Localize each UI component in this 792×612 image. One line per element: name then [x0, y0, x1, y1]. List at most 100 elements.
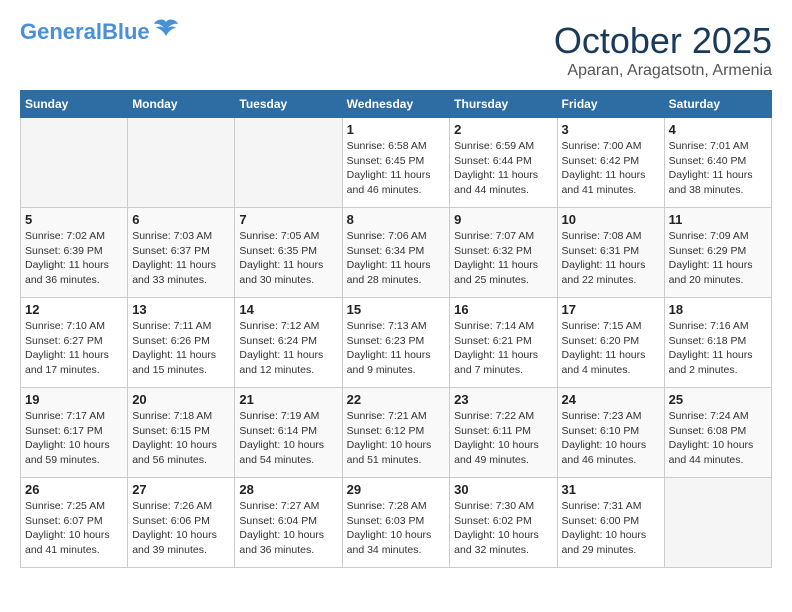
day-number: 25: [669, 392, 767, 407]
calendar-cell: 3Sunrise: 7:00 AMSunset: 6:42 PMDaylight…: [557, 118, 664, 208]
calendar-cell: 2 Sunrise: 6:59 AMSunset: 6:44 PMDaylight…: [450, 118, 557, 208]
weekday-header-friday: Friday: [557, 91, 664, 118]
calendar-cell: 22 Sunrise: 7:21 AMSunset: 6:12 PMDayligh…: [342, 388, 450, 478]
day-number: 11: [669, 212, 767, 227]
logo-bird-icon: [152, 16, 180, 44]
calendar-cell: 27Sunrise: 7:26 AMSunset: 6:06 PMDayligh…: [128, 478, 235, 568]
weekday-header-saturday: Saturday: [664, 91, 771, 118]
calendar-cell: 31Sunrise: 7:31 AMSunset: 6:00 PMDayligh…: [557, 478, 664, 568]
day-number: 17: [562, 302, 660, 317]
calendar-cell: 13 Sunrise: 7:11 AMSunset: 6:26 PMDayligh…: [128, 298, 235, 388]
logo-blue: Blue: [102, 19, 150, 44]
day-info: Sunrise: 7:16 AMSunset: 6:18 PMDaylight:…: [669, 319, 767, 378]
calendar-cell: 8 Sunrise: 7:06 AMSunset: 6:34 PMDaylight…: [342, 208, 450, 298]
day-number: 14: [239, 302, 337, 317]
day-number: 18: [669, 302, 767, 317]
day-info: Sunrise: 7:10 AMSunset: 6:27 PMDaylight:…: [25, 319, 123, 378]
day-number: 21: [239, 392, 337, 407]
day-number: 2: [454, 122, 552, 137]
weekday-header-thursday: Thursday: [450, 91, 557, 118]
day-info: Sunrise: 7:02 AMSunset: 6:39 PMDaylight:…: [25, 229, 123, 288]
day-info: Sunrise: 7:24 AMSunset: 6:08 PMDaylight:…: [669, 409, 767, 468]
calendar-cell: 4 Sunrise: 7:01 AMSunset: 6:40 PMDaylight…: [664, 118, 771, 208]
day-number: 24: [562, 392, 660, 407]
day-info: Sunrise: 7:25 AMSunset: 6:07 PMDaylight:…: [25, 499, 123, 558]
calendar-week-3: 12 Sunrise: 7:10 AMSunset: 6:27 PMDayligh…: [21, 298, 772, 388]
day-info: Sunrise: 6:59 AMSunset: 6:44 PMDaylight:…: [454, 139, 552, 198]
weekday-header-row: SundayMondayTuesdayWednesdayThursdayFrid…: [21, 91, 772, 118]
day-number: 27: [132, 482, 230, 497]
day-number: 28: [239, 482, 337, 497]
day-number: 4: [669, 122, 767, 137]
calendar-cell: 1Sunrise: 6:58 AMSunset: 6:45 PMDaylight…: [342, 118, 450, 208]
calendar-cell: [21, 118, 128, 208]
calendar-cell: 23 Sunrise: 7:22 AMSunset: 6:11 PMDayligh…: [450, 388, 557, 478]
calendar-cell: 17 Sunrise: 7:15 AMSunset: 6:20 PMDayligh…: [557, 298, 664, 388]
day-number: 7: [239, 212, 337, 227]
day-info: Sunrise: 7:22 AMSunset: 6:11 PMDaylight:…: [454, 409, 552, 468]
page-header: GeneralBlue October 2025 Aparan, Aragats…: [20, 20, 772, 80]
calendar-cell: 5 Sunrise: 7:02 AMSunset: 6:39 PMDaylight…: [21, 208, 128, 298]
weekday-header-sunday: Sunday: [21, 91, 128, 118]
day-number: 29: [347, 482, 446, 497]
day-info: Sunrise: 7:09 AMSunset: 6:29 PMDaylight:…: [669, 229, 767, 288]
calendar-week-4: 19 Sunrise: 7:17 AMSunset: 6:17 PMDayligh…: [21, 388, 772, 478]
weekday-header-tuesday: Tuesday: [235, 91, 342, 118]
day-number: 20: [132, 392, 230, 407]
calendar-cell: 20Sunrise: 7:18 AMSunset: 6:15 PMDayligh…: [128, 388, 235, 478]
day-number: 19: [25, 392, 123, 407]
calendar-cell: 14Sunrise: 7:12 AMSunset: 6:24 PMDayligh…: [235, 298, 342, 388]
calendar-cell: 21 Sunrise: 7:19 AMSunset: 6:14 PMDayligh…: [235, 388, 342, 478]
day-number: 6: [132, 212, 230, 227]
calendar-cell: 15Sunrise: 7:13 AMSunset: 6:23 PMDayligh…: [342, 298, 450, 388]
calendar-cell: [664, 478, 771, 568]
weekday-header-monday: Monday: [128, 91, 235, 118]
day-number: 23: [454, 392, 552, 407]
day-info: Sunrise: 7:27 AMSunset: 6:04 PMDaylight:…: [239, 499, 337, 558]
calendar-table: SundayMondayTuesdayWednesdayThursdayFrid…: [20, 90, 772, 568]
calendar-cell: 10Sunrise: 7:08 AMSunset: 6:31 PMDayligh…: [557, 208, 664, 298]
day-number: 5: [25, 212, 123, 227]
day-number: 15: [347, 302, 446, 317]
day-number: 9: [454, 212, 552, 227]
calendar-cell: 19 Sunrise: 7:17 AMSunset: 6:17 PMDayligh…: [21, 388, 128, 478]
day-info: Sunrise: 7:11 AMSunset: 6:26 PMDaylight:…: [132, 319, 230, 378]
day-info: Sunrise: 7:21 AMSunset: 6:12 PMDaylight:…: [347, 409, 446, 468]
day-info: Sunrise: 7:07 AMSunset: 6:32 PMDaylight:…: [454, 229, 552, 288]
day-info: Sunrise: 7:06 AMSunset: 6:34 PMDaylight:…: [347, 229, 446, 288]
logo: GeneralBlue: [20, 20, 180, 44]
calendar-cell: 18 Sunrise: 7:16 AMSunset: 6:18 PMDayligh…: [664, 298, 771, 388]
calendar-week-5: 26 Sunrise: 7:25 AMSunset: 6:07 PMDayligh…: [21, 478, 772, 568]
calendar-cell: 24 Sunrise: 7:23 AMSunset: 6:10 PMDayligh…: [557, 388, 664, 478]
day-number: 16: [454, 302, 552, 317]
day-info: Sunrise: 7:28 AMSunset: 6:03 PMDaylight:…: [347, 499, 446, 558]
calendar-cell: 25 Sunrise: 7:24 AMSunset: 6:08 PMDayligh…: [664, 388, 771, 478]
day-number: 12: [25, 302, 123, 317]
day-info: Sunrise: 7:19 AMSunset: 6:14 PMDaylight:…: [239, 409, 337, 468]
day-number: 3: [562, 122, 660, 137]
day-number: 22: [347, 392, 446, 407]
location-text: Aparan, Aragatsotn, Armenia: [554, 62, 772, 80]
day-info: Sunrise: 7:15 AMSunset: 6:20 PMDaylight:…: [562, 319, 660, 378]
calendar-cell: 7 Sunrise: 7:05 AMSunset: 6:35 PMDaylight…: [235, 208, 342, 298]
day-info: Sunrise: 7:05 AMSunset: 6:35 PMDaylight:…: [239, 229, 337, 288]
calendar-cell: 16 Sunrise: 7:14 AMSunset: 6:21 PMDayligh…: [450, 298, 557, 388]
day-number: 13: [132, 302, 230, 317]
day-info: Sunrise: 7:17 AMSunset: 6:17 PMDaylight:…: [25, 409, 123, 468]
calendar-week-2: 5 Sunrise: 7:02 AMSunset: 6:39 PMDaylight…: [21, 208, 772, 298]
day-number: 26: [25, 482, 123, 497]
month-title: October 2025: [554, 20, 772, 62]
day-number: 10: [562, 212, 660, 227]
calendar-cell: 26 Sunrise: 7:25 AMSunset: 6:07 PMDayligh…: [21, 478, 128, 568]
day-info: Sunrise: 7:30 AMSunset: 6:02 PMDaylight:…: [454, 499, 552, 558]
day-info: Sunrise: 7:14 AMSunset: 6:21 PMDaylight:…: [454, 319, 552, 378]
day-info: Sunrise: 6:58 AMSunset: 6:45 PMDaylight:…: [347, 139, 446, 198]
day-number: 30: [454, 482, 552, 497]
title-block: October 2025 Aparan, Aragatsotn, Armenia: [554, 20, 772, 80]
day-info: Sunrise: 7:01 AMSunset: 6:40 PMDaylight:…: [669, 139, 767, 198]
day-info: Sunrise: 7:23 AMSunset: 6:10 PMDaylight:…: [562, 409, 660, 468]
logo-text: GeneralBlue: [20, 21, 150, 43]
day-number: 8: [347, 212, 446, 227]
calendar-cell: [235, 118, 342, 208]
calendar-cell: 11 Sunrise: 7:09 AMSunset: 6:29 PMDayligh…: [664, 208, 771, 298]
